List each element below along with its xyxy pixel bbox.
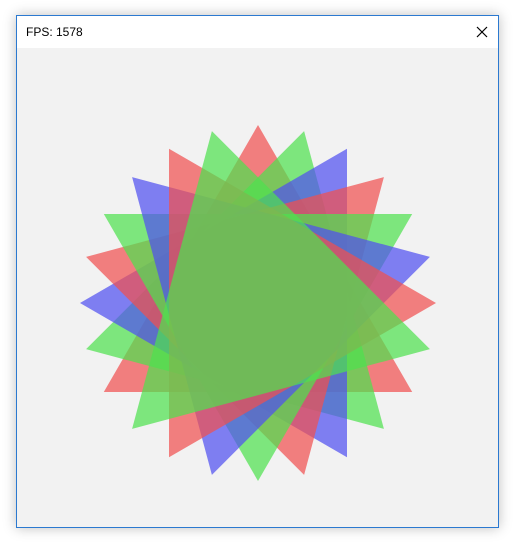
render-area (17, 48, 498, 527)
triangle-layer (80, 125, 436, 481)
close-button[interactable] (466, 16, 498, 48)
title-bar[interactable]: FPS: 1578 (17, 16, 498, 48)
close-icon (476, 26, 488, 38)
app-window: FPS: 1578 (16, 15, 499, 528)
window-title: FPS: 1578 (26, 25, 83, 39)
triangles-canvas (80, 125, 436, 481)
